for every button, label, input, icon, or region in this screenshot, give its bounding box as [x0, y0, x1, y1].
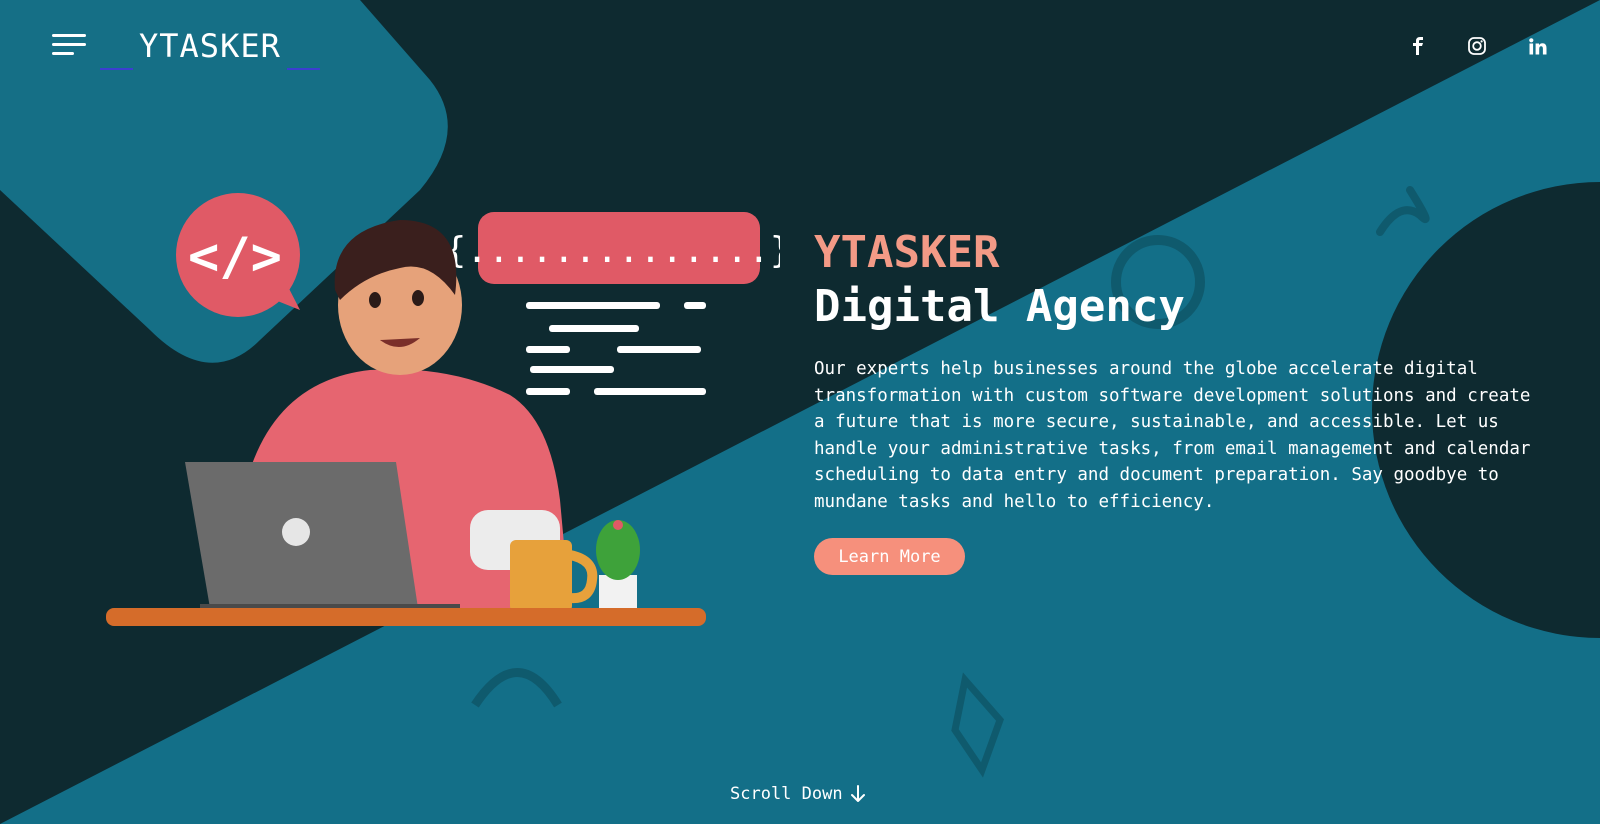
- logo-underline-left: [100, 68, 133, 70]
- page: </> {..............} YTASKER YTASKER Dig…: [0, 0, 1600, 824]
- instagram-icon[interactable]: [1465, 34, 1489, 58]
- code-braces-text: {..............}: [445, 230, 780, 271]
- cactus-plant: [596, 520, 640, 617]
- scroll-down-label: Scroll Down: [730, 784, 843, 804]
- linkedin-icon[interactable]: [1526, 34, 1550, 58]
- hero-content: YTASKER Digital Agency Our experts help …: [814, 226, 1534, 516]
- code-tag-text: </>: [188, 227, 282, 287]
- scroll-down-link[interactable]: Scroll Down: [730, 784, 865, 804]
- facebook-icon[interactable]: [1406, 34, 1430, 58]
- logo-text: YTASKER: [139, 27, 281, 65]
- learn-more-button[interactable]: Learn More: [814, 538, 965, 575]
- hamburger-icon[interactable]: [52, 34, 88, 58]
- site-header: YTASKER: [0, 0, 1600, 90]
- desk: [106, 608, 706, 626]
- hero-description: Our experts help businesses around the g…: [814, 359, 1531, 512]
- developer-illustration: </> {..............}: [106, 193, 780, 626]
- site-logo[interactable]: YTASKER: [100, 24, 320, 74]
- code-bubble: </>: [176, 193, 300, 317]
- code-lines: [526, 302, 706, 395]
- arrow-down-icon: [850, 785, 865, 802]
- laptop-logo: [282, 518, 310, 546]
- coffee-mug: [510, 540, 598, 612]
- logo-underline-right: [286, 68, 320, 70]
- hero-brand: YTASKER: [814, 227, 1000, 278]
- code-box: {..............}: [445, 212, 780, 284]
- hero-headline: Digital Agency: [814, 281, 1185, 332]
